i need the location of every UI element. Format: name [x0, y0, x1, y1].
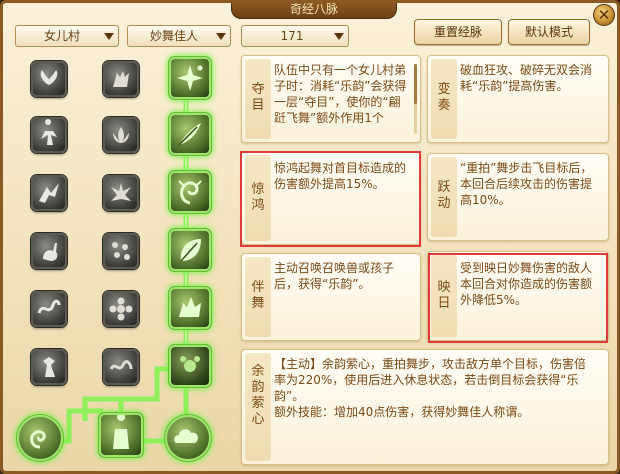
node-r6c1[interactable] — [31, 349, 67, 385]
chevron-down-icon — [216, 33, 226, 40]
swirl-icon — [178, 180, 202, 205]
dots-icon — [112, 242, 130, 260]
node-r5c3[interactable] — [169, 287, 211, 329]
meridian-grid — [13, 49, 235, 469]
points-dropdown-label: 171 — [280, 29, 304, 43]
village-dropdown[interactable]: 女儿村 — [15, 25, 119, 47]
node-r4c1[interactable] — [31, 233, 67, 269]
node-r3c3[interactable] — [169, 171, 211, 213]
highlight-box — [240, 151, 421, 247]
node-r7c3[interactable] — [165, 415, 211, 461]
card-description: 破血狂攻、破碎无双会消耗“乐韵”提高伤害。 — [460, 63, 593, 93]
node-r2c3[interactable] — [169, 113, 211, 155]
card-title: 伴舞 — [251, 280, 265, 311]
sage-icon — [113, 415, 129, 449]
lotus-icon — [113, 127, 129, 143]
serpent-icon — [109, 360, 133, 370]
extra-skill-text: 额外技能：增加40点伤害，获得妙舞佳人称谓。 — [274, 405, 530, 419]
card-title: 余韵萦心 — [251, 364, 265, 427]
sparkle-icon — [177, 65, 203, 91]
node-r1c3[interactable] — [169, 57, 211, 99]
card-bianzou[interactable]: 变奏 破血狂攻、破碎无双会消耗“乐韵”提高伤害。 — [427, 55, 609, 143]
beast-icon — [179, 297, 201, 317]
node-r7c1[interactable] — [17, 415, 63, 461]
spiral-icon — [30, 430, 46, 449]
school-dropdown[interactable]: 妙舞佳人 — [127, 25, 231, 47]
default-mode-button[interactable]: 默认模式 — [508, 19, 590, 45]
node-r5c2[interactable] — [103, 291, 139, 327]
dancer-icon — [41, 119, 57, 145]
node-r3c1[interactable] — [31, 175, 67, 211]
card-title: 变奏 — [437, 82, 451, 113]
hands-icon — [113, 71, 129, 87]
card-title: 夺目 — [251, 82, 265, 113]
node-r4c2[interactable] — [103, 233, 139, 269]
reset-meridian-button[interactable]: 重置经脉 — [414, 19, 502, 45]
card-title: 跃动 — [437, 180, 451, 211]
highlight-box — [428, 253, 608, 343]
node-r3c2[interactable] — [103, 175, 139, 211]
scrollbar-thumb[interactable] — [414, 64, 417, 104]
node-r1c2[interactable] — [103, 61, 139, 97]
rabbit-icon — [43, 243, 58, 261]
card-banwu[interactable]: 伴舞 主动召唤召唤兽或孩子后，获得“乐韵”。 — [241, 253, 421, 341]
card-description: 主动召唤召唤兽或孩子后，获得“乐韵”。 — [274, 261, 395, 291]
node-r4c3[interactable] — [169, 229, 211, 271]
blossom-icon — [180, 356, 200, 372]
active-skill-text: 【主动】余韵萦心，重拍舞步，攻击敌方单个目标，伤害倍率为220%，使用后进入休息… — [274, 357, 587, 403]
node-r6c3[interactable] — [169, 345, 211, 387]
flower-icon — [109, 297, 133, 321]
card-description: 【主动】余韵萦心，重拍舞步，攻击敌方单个目标，伤害倍率为220%，使用后进入休息… — [274, 356, 594, 420]
splash-icon — [111, 183, 131, 201]
meridian-panel: ⺡ ⺌ 奇经八脉 ✕ 女儿村 妙舞佳人 171 重置经脉 默认模式 — [0, 0, 620, 474]
school-dropdown-label: 妙舞佳人 — [149, 29, 198, 43]
scrollbar[interactable] — [414, 64, 417, 134]
node-r2c1[interactable] — [31, 117, 67, 153]
card-yuedong[interactable]: 跃动 “重拍”舞步击飞目标后，本回合后续攻击的伤害提高10%。 — [427, 153, 609, 241]
node-r1c1[interactable] — [31, 61, 67, 97]
village-dropdown-label: 女儿村 — [43, 29, 80, 43]
card-description: “重拍”舞步击飞目标后，本回合后续攻击的伤害提高10%。 — [460, 161, 593, 207]
card-description: 队伍中只有一个女儿村弟子时：消耗“乐韵”会获得一层“夺目”，使你的“翩跹飞舞”额… — [274, 63, 407, 125]
node-r6c2[interactable] — [103, 349, 139, 385]
figure-icon — [43, 357, 55, 377]
points-dropdown[interactable]: 171 — [241, 25, 349, 47]
node-r7c2[interactable] — [99, 413, 143, 457]
ribbon-icon — [37, 299, 61, 314]
feather-icon — [178, 123, 201, 146]
card-yuyun[interactable]: 余韵萦心 【主动】余韵萦心，重拍舞步，攻击敌方单个目标，伤害倍率为220%，使用… — [241, 349, 609, 465]
node-r5c1[interactable] — [31, 291, 67, 327]
node-r2c2[interactable] — [103, 117, 139, 153]
wings-icon — [40, 70, 58, 85]
chevron-down-icon — [334, 33, 344, 40]
close-button[interactable]: ✕ — [593, 4, 615, 26]
card-duomu[interactable]: 夺目 队伍中只有一个女儿村弟子时：消耗“乐韵”会获得一层“夺目”，使你的“翩跹飞… — [241, 55, 421, 143]
cloud-icon — [174, 429, 198, 443]
window-title: 奇经八脉 — [231, 3, 397, 19]
leap-icon — [39, 183, 59, 203]
chevron-down-icon — [104, 33, 114, 40]
leaf-icon — [180, 239, 201, 262]
